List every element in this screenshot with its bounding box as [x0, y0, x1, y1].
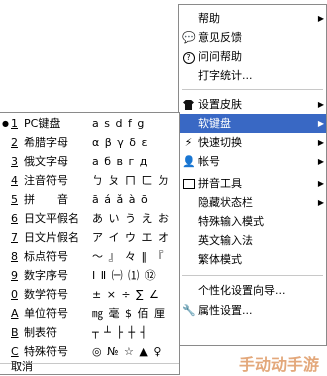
chevron-right-icon: ▶ — [317, 14, 324, 23]
soft-keyboard-item-punctuation[interactable]: 8 标点符号 〜 』 々 ‖ 『 — [0, 248, 179, 266]
soft-keyboard-item-greek[interactable]: 2 希腊字母 α β γ δ ε — [0, 134, 179, 152]
chevron-right-icon: ▶ — [317, 119, 324, 128]
soft-keyboard-item-units[interactable]: A 单位符号 ㎎ 毫 $ 佰 厘 — [0, 305, 179, 323]
soft-keyboard-item-pc[interactable]: ● 1 PC键盘 a s d f g — [0, 115, 179, 133]
menu-separator — [182, 275, 323, 276]
soft-keyboard-item-russian[interactable]: 3 俄文字母 а б в г д — [0, 153, 179, 171]
menu-item-pinyin-tools[interactable]: 拼音工具 ▶ — [179, 174, 326, 193]
chevron-right-icon: ▶ — [317, 138, 324, 147]
chat-icon: 💬 — [182, 31, 196, 44]
shirt-icon — [182, 98, 195, 111]
soft-keyboard-submenu: ● 1 PC键盘 a s d f g 2 希腊字母 α β γ δ ε 3 俄文… — [0, 112, 180, 375]
soft-keyboard-item-pinyin[interactable]: 5 拼 音 ā á ǎ à ō — [0, 191, 179, 209]
chevron-right-icon: ▶ — [317, 179, 324, 188]
question-icon: ? — [182, 50, 195, 64]
watermark-text: 手动动手游 — [238, 355, 319, 374]
edit-icon — [182, 177, 195, 190]
context-menu: 帮助 ▶ 💬 意见反馈 ? 问问帮助 打字统计... 设置皮肤 ▶ 软键盘 ▶ … — [178, 4, 327, 346]
lightning-icon: ⚡ — [184, 136, 193, 149]
menu-separator — [182, 89, 323, 90]
menu-item-typing-stats[interactable]: 打字统计... — [179, 66, 326, 85]
menu-item-english-input[interactable]: 英文输入法 — [179, 231, 326, 250]
menu-item-setup-wizard[interactable]: 个性化设置向导... — [179, 281, 326, 300]
soft-keyboard-item-numerals[interactable]: 9 数字序号 Ⅰ Ⅱ ㈠ ⑴ ⑫ — [0, 267, 179, 285]
menu-item-hide-statusbar[interactable]: 隐藏状态栏 ▶ — [179, 193, 326, 212]
soft-keyboard-item-box-drawing[interactable]: B 制表符 ┬ ┴ ├ ┼ ┤ — [0, 324, 179, 342]
menu-item-help[interactable]: 帮助 ▶ — [179, 9, 326, 28]
menu-item-skin[interactable]: 设置皮肤 ▶ — [179, 95, 326, 114]
soft-keyboard-item-katakana[interactable]: 7 日文片假名 ア イ ウ エ オ — [0, 229, 179, 247]
soft-keyboard-item-math[interactable]: 0 数学符号 ± × ÷ ∑ ∠ — [0, 286, 179, 304]
chevron-right-icon: ▶ — [317, 100, 324, 109]
menu-item-ask-help[interactable]: ? 问问帮助 — [179, 47, 326, 66]
menu-item-traditional[interactable]: 繁体模式 — [179, 250, 326, 269]
user-icon: 👤 — [182, 155, 196, 168]
chevron-right-icon: ▶ — [317, 198, 324, 207]
cancel-button[interactable]: 取消 — [11, 358, 33, 376]
menu-item-quick-switch[interactable]: ⚡ 快速切换 ▶ — [179, 133, 326, 152]
selected-bullet-icon: ● — [2, 119, 9, 128]
soft-keyboard-item-hiragana[interactable]: 6 日文平假名 あ い う え お — [0, 210, 179, 228]
wrench-icon: 🔧 — [182, 304, 196, 317]
soft-keyboard-item-zhuyin[interactable]: 4 注音符号 ㄅ ㄆ ㄇ ㄈ ㄉ — [0, 172, 179, 190]
menu-item-account[interactable]: 👤 帐号 ▶ — [179, 152, 326, 171]
menu-item-feedback[interactable]: 💬 意见反馈 — [179, 28, 326, 47]
menu-item-soft-keyboard[interactable]: 软键盘 ▶ — [179, 114, 326, 133]
menu-item-properties[interactable]: 🔧 属性设置... — [179, 301, 326, 320]
chevron-right-icon: ▶ — [317, 157, 324, 166]
menu-item-special-input[interactable]: 特殊输入模式 — [179, 212, 326, 231]
